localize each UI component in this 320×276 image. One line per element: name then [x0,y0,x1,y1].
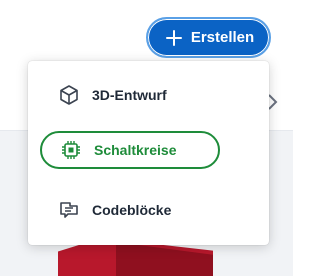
create-button-label: Erstellen [190,29,255,46]
create-dropdown-menu: 3D-Entwurf Schaltkreise Codeblöcke [28,61,269,245]
plus-icon [165,29,183,47]
menu-item-3d-design[interactable]: 3D-Entwurf [40,76,220,114]
menu-item-code-blocks[interactable]: Codeblöcke [40,191,220,229]
code-blocks-icon [58,199,80,221]
menu-item-label: Schaltkreise [94,142,177,158]
menu-item-circuits[interactable]: Schaltkreise [40,131,220,169]
cube-icon [58,84,80,106]
create-button[interactable]: Erstellen [146,17,271,58]
circuit-chip-icon [60,139,82,161]
menu-item-label: 3D-Entwurf [92,87,167,103]
menu-item-label: Codeblöcke [92,202,172,218]
